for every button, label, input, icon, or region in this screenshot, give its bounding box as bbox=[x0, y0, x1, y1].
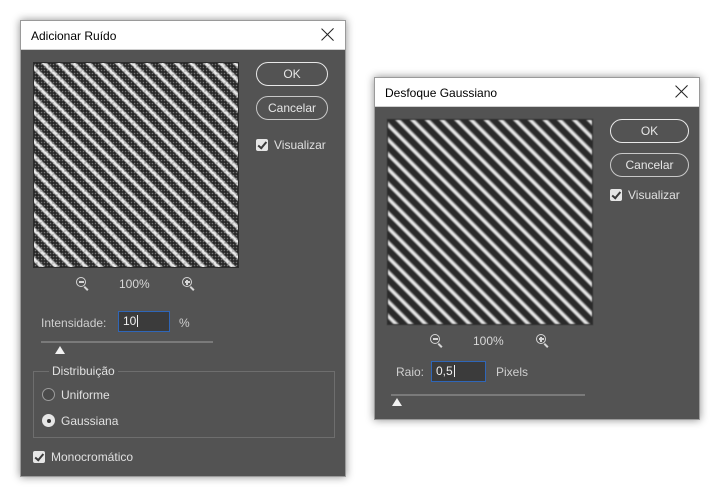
amount-input[interactable]: 10 bbox=[118, 311, 170, 332]
monochromatic-checkbox[interactable] bbox=[33, 451, 45, 463]
add-noise-title: Adicionar Ruído bbox=[31, 29, 117, 43]
blur-preview-image[interactable] bbox=[387, 119, 593, 325]
amount-value: 10 bbox=[123, 314, 137, 328]
close-icon[interactable] bbox=[675, 84, 689, 98]
uniform-radio[interactable] bbox=[42, 388, 55, 401]
gaussian-blur-title: Desfoque Gaussiano bbox=[385, 86, 498, 100]
noise-zoom-controls: 100% bbox=[76, 277, 206, 293]
radius-slider-thumb[interactable] bbox=[392, 398, 402, 406]
close-icon[interactable] bbox=[321, 27, 335, 41]
gaussian-blur-titlebar: Desfoque Gaussiano bbox=[375, 78, 699, 107]
radius-unit: Pixels bbox=[496, 365, 529, 379]
cancel-button[interactable]: Cancelar bbox=[256, 96, 328, 120]
amount-unit: % bbox=[179, 316, 190, 330]
preview-checkbox[interactable] bbox=[610, 189, 622, 201]
distribution-label: Distribuição bbox=[49, 364, 118, 378]
ok-button[interactable]: OK bbox=[256, 62, 328, 86]
zoom-out-icon[interactable] bbox=[76, 277, 90, 291]
amount-label: Intensidade: bbox=[41, 316, 107, 330]
zoom-out-icon[interactable] bbox=[430, 334, 444, 348]
radius-input[interactable]: 0,5 bbox=[431, 361, 486, 382]
ok-button[interactable]: OK bbox=[610, 119, 689, 143]
zoom-level: 100% bbox=[473, 334, 504, 348]
preview-checkbox[interactable] bbox=[256, 139, 268, 151]
gaussian-label: Gaussiana bbox=[61, 414, 119, 428]
amount-slider-track[interactable] bbox=[41, 341, 213, 343]
radius-label: Raio: bbox=[396, 365, 425, 379]
preview-noise-overlay bbox=[34, 63, 238, 267]
preview-label: Visualizar bbox=[628, 188, 680, 202]
cancel-button[interactable]: Cancelar bbox=[610, 153, 689, 177]
zoom-in-icon[interactable] bbox=[536, 334, 550, 348]
zoom-in-icon[interactable] bbox=[182, 277, 196, 291]
gaussian-blur-dialog: Desfoque Gaussiano 100% OK Cancelar Visu… bbox=[374, 77, 700, 420]
gaussian-radio[interactable] bbox=[42, 414, 55, 427]
blur-zoom-controls: 100% bbox=[430, 334, 560, 350]
uniform-label: Uniforme bbox=[61, 388, 110, 402]
zoom-level: 100% bbox=[119, 277, 150, 291]
preview-label: Visualizar bbox=[274, 138, 326, 152]
radius-slider-track[interactable] bbox=[391, 394, 585, 396]
add-noise-dialog: Adicionar Ruído 100% OK Cancelar Visuali… bbox=[20, 20, 346, 477]
add-noise-titlebar: Adicionar Ruído bbox=[21, 21, 345, 50]
monochromatic-label: Monocromático bbox=[51, 450, 134, 464]
radius-value: 0,5 bbox=[436, 364, 453, 378]
amount-slider-thumb[interactable] bbox=[55, 346, 65, 354]
noise-preview-image[interactable] bbox=[33, 62, 239, 268]
